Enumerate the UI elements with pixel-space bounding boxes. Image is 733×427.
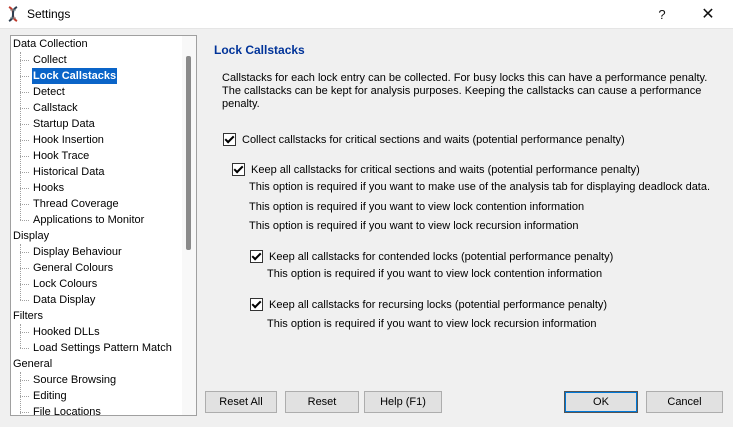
tree-connector: [20, 332, 29, 333]
checkbox-label: Keep all callstacks for critical section…: [251, 163, 640, 176]
tree-connector: [20, 268, 29, 269]
tree-connector: [20, 372, 21, 415]
tree-connector: [20, 52, 21, 220]
tree-item[interactable]: Hooked DLLs: [32, 324, 101, 340]
tree-item[interactable]: Collect: [32, 52, 68, 68]
settings-tree[interactable]: Data Collection Collect Lock Callstacks Det…: [10, 35, 197, 416]
note-recursion: This option is required if you want to v…: [249, 220, 579, 232]
checkbox-label: Keep all callstacks for contended locks …: [269, 250, 614, 263]
tree-item[interactable]: Editing: [32, 388, 68, 404]
tree-connector: [20, 252, 29, 253]
ok-button[interactable]: OK: [564, 391, 638, 413]
tree-item[interactable]: Source Browsing: [32, 372, 117, 388]
tree-connector: [20, 244, 21, 300]
tree-item[interactable]: Data Display: [32, 292, 96, 308]
tree-connector: [20, 60, 29, 61]
tree-item[interactable]: File Locations: [32, 404, 102, 415]
keep-recursing-callstacks-checkbox[interactable]: Keep all callstacks for recursing locks …: [250, 298, 607, 311]
title-bar: Settings ? ✕: [0, 0, 733, 29]
title-help-button[interactable]: ?: [640, 0, 684, 28]
tree-connector: [20, 348, 29, 349]
page-title: Lock Callstacks: [214, 43, 305, 57]
tree-item[interactable]: Load Settings Pattern Match: [32, 340, 173, 356]
tree-connector: [20, 92, 29, 93]
tree-connector: [20, 204, 29, 205]
tree-item[interactable]: Lock Colours: [32, 276, 98, 292]
tree-connector: [20, 220, 29, 221]
tree-item[interactable]: Display Behaviour: [32, 244, 123, 260]
tree-connector: [20, 140, 29, 141]
checkbox-checked-icon: [250, 250, 263, 263]
tree-connector: [20, 412, 29, 413]
note-contention: This option is required if you want to v…: [249, 201, 585, 213]
tree-connector: [20, 380, 29, 381]
note-contention-2: This option is required if you want to v…: [267, 268, 603, 280]
help-button[interactable]: Help (F1): [364, 391, 442, 413]
keep-contended-callstacks-checkbox[interactable]: Keep all callstacks for contended locks …: [250, 250, 613, 263]
title-close-button[interactable]: ✕: [686, 0, 730, 28]
cancel-button[interactable]: Cancel: [646, 391, 723, 413]
checkbox-checked-icon: [232, 163, 245, 176]
tree-connector: [20, 300, 29, 301]
keep-all-callstacks-checkbox[interactable]: Keep all callstacks for critical section…: [232, 163, 640, 176]
tree-scroll-thumb[interactable]: [186, 56, 191, 250]
tree-connector: [20, 188, 29, 189]
tree-connector: [20, 324, 21, 348]
tree-scrollbar[interactable]: [182, 36, 196, 415]
tree-connector: [20, 284, 29, 285]
tree-connector: [20, 76, 29, 77]
tree-item[interactable]: Hook Insertion: [32, 132, 105, 148]
reset-button[interactable]: Reset: [285, 391, 359, 413]
app-dna-icon: [8, 6, 18, 22]
tree-category[interactable]: Data Collection: [13, 36, 88, 52]
window-title: Settings: [27, 7, 71, 21]
note-deadlock: This option is required if you want to m…: [249, 181, 711, 193]
checkbox-label: Keep all callstacks for recursing locks …: [269, 298, 608, 311]
tree-category[interactable]: Display: [13, 228, 49, 244]
tree-item[interactable]: Thread Coverage: [32, 196, 120, 212]
tree-item[interactable]: Hooks: [32, 180, 65, 196]
tree-connector: [20, 124, 29, 125]
tree-item[interactable]: Hook Trace: [32, 148, 90, 164]
reset-all-button[interactable]: Reset All: [205, 391, 277, 413]
tree-category[interactable]: General: [13, 356, 52, 372]
checkbox-label: Collect callstacks for critical sections…: [242, 133, 625, 146]
note-recursion-2: This option is required if you want to v…: [267, 318, 597, 330]
tree-connector: [20, 156, 29, 157]
tree-item[interactable]: Startup Data: [32, 116, 96, 132]
tree-category[interactable]: Filters: [13, 308, 43, 324]
tree-item[interactable]: Detect: [32, 84, 66, 100]
checkbox-checked-icon: [250, 298, 263, 311]
tree-item[interactable]: Applications to Monitor: [32, 212, 145, 228]
tree-connector: [20, 172, 29, 173]
checkbox-checked-icon: [223, 133, 236, 146]
tree-item[interactable]: General Colours: [32, 260, 114, 276]
tree-connector: [20, 396, 29, 397]
page-description: Callstacks for each lock entry can be co…: [222, 72, 708, 110]
tree-item[interactable]: Callstack: [32, 100, 79, 116]
collect-callstacks-checkbox[interactable]: Collect callstacks for critical sections…: [223, 133, 625, 146]
tree-item[interactable]: Lock Callstacks: [32, 68, 118, 84]
tree-connector: [20, 108, 29, 109]
tree-item[interactable]: Historical Data: [32, 164, 106, 180]
